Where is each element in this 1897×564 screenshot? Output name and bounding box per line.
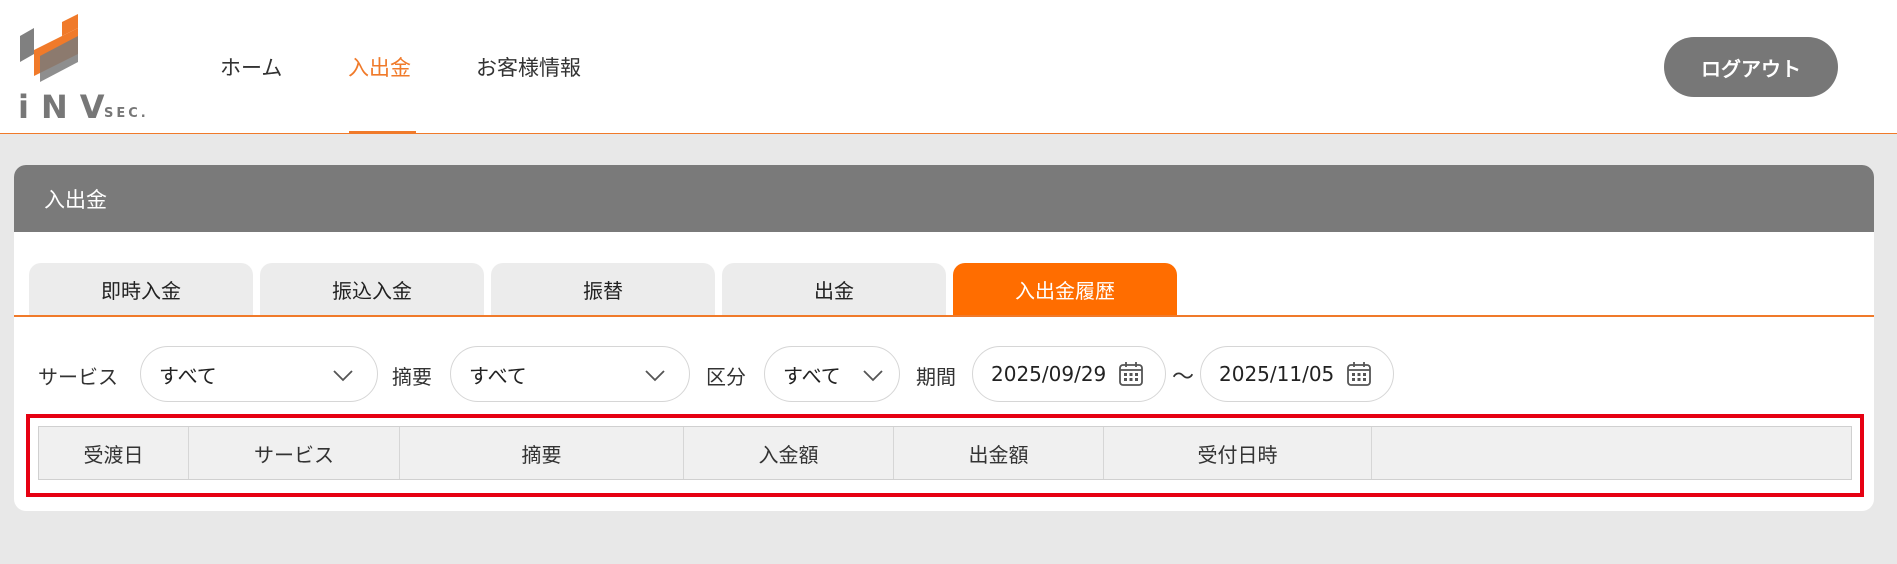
column-header-received-datetime[interactable]: 受付日時	[1104, 427, 1372, 479]
chevron-down-icon	[645, 370, 665, 382]
summary-select-value: すべて	[469, 363, 527, 388]
nav-deposit-withdrawal[interactable]: 入出金	[348, 52, 411, 82]
tab-history[interactable]: 入出金履歴	[953, 263, 1177, 315]
category-select[interactable]: すべて	[764, 346, 900, 402]
chevron-down-icon	[333, 370, 353, 382]
tab-divider	[14, 315, 1874, 317]
column-header-filler	[1372, 427, 1851, 479]
column-header-service[interactable]: サービス	[189, 427, 400, 479]
nav-customer-info[interactable]: お客様情報	[476, 52, 581, 82]
nav-active-underline	[349, 131, 416, 134]
period-from-input[interactable]: 2025/09/29	[972, 346, 1166, 402]
service-select-value: すべて	[159, 363, 217, 388]
logo-wordmark: iNV	[18, 88, 117, 126]
nav-home[interactable]: ホーム	[220, 52, 282, 82]
column-header-summary[interactable]: 摘要	[400, 427, 684, 479]
summary-select[interactable]: すべて	[450, 346, 690, 402]
category-filter-label: 区分	[706, 365, 746, 389]
tab-withdrawal[interactable]: 出金	[722, 263, 946, 315]
deposit-card: 入出金 即時入金 振込入金 振替 出金 入出金履歴 サービス すべて 摘要 すべ…	[14, 165, 1874, 511]
summary-filter-label: 摘要	[392, 365, 432, 389]
card-title: 入出金	[14, 165, 1874, 232]
tab-instant-deposit[interactable]: 即時入金	[29, 263, 253, 315]
column-header-deposit-amount[interactable]: 入金額	[684, 427, 894, 479]
logout-button[interactable]: ログアウト	[1664, 37, 1838, 97]
column-header-delivery-date[interactable]: 受渡日	[39, 427, 189, 479]
column-header-withdrawal-amount[interactable]: 出金額	[894, 427, 1104, 479]
tab-transfer-deposit[interactable]: 振込入金	[260, 263, 484, 315]
service-filter-label: サービス	[38, 365, 118, 389]
chevron-down-icon	[863, 370, 883, 382]
period-to-input[interactable]: 2025/11/05	[1200, 346, 1394, 402]
period-separator: ～	[1172, 365, 1195, 390]
tab-account-transfer[interactable]: 振替	[491, 263, 715, 315]
history-table-header: 受渡日 サービス 摘要 入金額 出金額 受付日時	[38, 426, 1852, 480]
period-from-value: 2025/09/29	[991, 362, 1107, 386]
period-filter-label: 期間	[916, 365, 956, 389]
calendar-icon[interactable]	[1117, 360, 1145, 388]
calendar-icon[interactable]	[1345, 360, 1373, 388]
period-to-value: 2025/11/05	[1219, 362, 1335, 386]
service-select[interactable]: すべて	[140, 346, 378, 402]
category-select-value: すべて	[783, 363, 841, 388]
top-header: iNV SEC. ホーム 入出金 お客様情報 ログアウト	[0, 0, 1897, 134]
logo-sec-text: SEC.	[104, 106, 149, 121]
